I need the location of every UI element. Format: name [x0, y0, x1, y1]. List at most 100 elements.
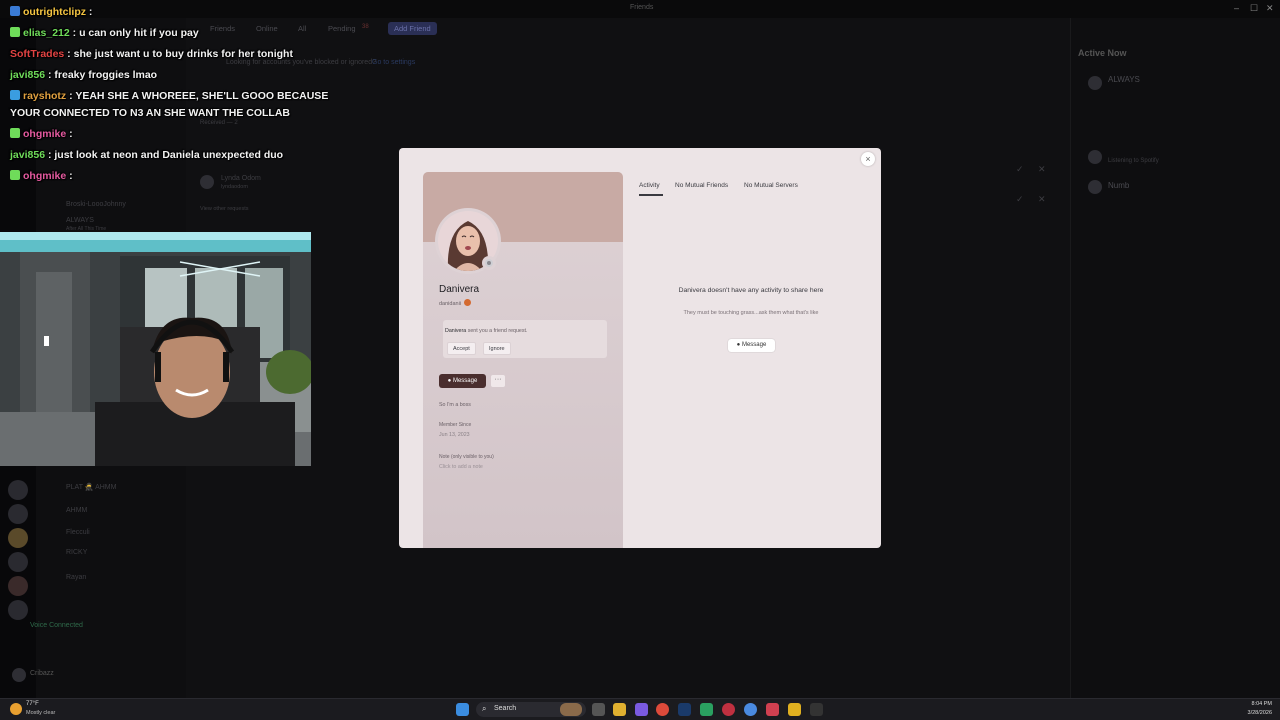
tab-activity[interactable]: Activity	[639, 182, 660, 189]
accept-icon[interactable]: ✓	[1016, 194, 1024, 205]
webcam-image	[0, 232, 311, 466]
close-window-icon[interactable]: ✕	[1266, 3, 1274, 14]
minimize-icon[interactable]: –	[1234, 3, 1239, 13]
accept-button[interactable]: Accept	[447, 342, 476, 355]
server-icon[interactable]	[8, 576, 28, 596]
current-user[interactable]: Cribazz	[30, 670, 54, 677]
app-grid-icon[interactable]	[810, 703, 823, 716]
tab-friends[interactable]: Friends	[210, 24, 235, 33]
avatar	[1088, 150, 1102, 164]
note-input[interactable]: Click to add a note	[439, 464, 483, 470]
search-icon: ⌕	[482, 704, 487, 713]
ignore-button[interactable]: Ignore	[483, 342, 511, 355]
dm-entry[interactable]: PLAT 🥷 AHMM	[66, 483, 116, 491]
start-icon[interactable]	[456, 703, 469, 716]
app-icon[interactable]	[700, 703, 713, 716]
profile-modal: Danivera danidanii Danivera sent you a f…	[399, 148, 881, 548]
add-friend-button[interactable]: Add Friend	[388, 22, 437, 35]
accept-icon[interactable]: ✓	[1016, 164, 1024, 175]
server-icon[interactable]	[8, 528, 28, 548]
active-entry-sub: Listening to Spotify	[1108, 158, 1159, 164]
chat-message: outrightclipz :	[10, 6, 92, 18]
view-other-requests[interactable]: View other requests	[200, 206, 249, 212]
ignore-icon[interactable]: ✕	[1038, 164, 1046, 175]
blocked-notice: Looking for accounts you've blocked or i…	[226, 59, 376, 66]
chat-text: she just want u to buy drinks for her to…	[73, 48, 293, 60]
avatar[interactable]	[12, 668, 26, 682]
settings-link[interactable]: Go to settings	[372, 59, 415, 66]
server-icon[interactable]	[8, 600, 28, 620]
task-view-icon[interactable]	[592, 703, 605, 716]
message-icon: ●	[736, 342, 741, 348]
chat-username: javi856	[10, 149, 46, 161]
app-icon[interactable]	[766, 703, 779, 716]
profile-username: danidanii	[439, 299, 472, 307]
empty-activity-subtitle: They must be touching grass...ask them w…	[683, 310, 819, 316]
ignore-icon[interactable]: ✕	[1038, 194, 1046, 205]
friend-request-text: Danivera sent you a friend request.	[445, 328, 528, 334]
pending-row-name[interactable]: Lynda Odom	[221, 175, 261, 182]
avatar	[1088, 76, 1102, 90]
chrome-icon[interactable]	[656, 703, 669, 716]
chat-message: javi856 : just look at neon and Daniela …	[10, 149, 284, 161]
chat-username: SoftTrades	[10, 48, 65, 60]
profile-card: Danivera danidanii Danivera sent you a f…	[423, 172, 623, 548]
window-titlebar: Friends – ☐ ✕	[0, 0, 1280, 18]
chat-username: ohgmike	[23, 128, 67, 140]
app-icon[interactable]	[635, 703, 648, 716]
server-icon[interactable]	[8, 480, 28, 500]
avatar	[1088, 180, 1102, 194]
chat-message: elias_212 : u can only hit if you pay	[10, 27, 199, 39]
member-since-date: Jun 13, 2023	[439, 432, 470, 438]
dm-entry[interactable]: AHMM	[66, 507, 87, 514]
chat-text: freaky froggies lmao	[54, 69, 158, 81]
chat-text: YEAH SHE A WHOREEE, SHE'LL GOOO BECAUSE	[75, 90, 329, 102]
search-label: Search	[494, 705, 517, 712]
steam-icon[interactable]	[678, 703, 691, 716]
search-box[interactable]: ⌕ Search	[476, 702, 586, 717]
server-icon[interactable]	[8, 504, 28, 524]
chat-username: javi856	[10, 69, 46, 81]
tab-mutual-friends[interactable]: No Mutual Friends	[675, 182, 728, 189]
app-icon[interactable]	[744, 703, 757, 716]
pending-row-sub: lyndaodom	[221, 184, 248, 190]
tab-all[interactable]: All	[298, 24, 306, 33]
voice-status: Voice Connected	[30, 622, 83, 629]
close-icon[interactable]: ×	[861, 152, 875, 166]
status-indicator	[482, 256, 496, 270]
received-label: Received — 2	[200, 120, 238, 126]
weather-icon[interactable]	[10, 703, 22, 715]
chat-message: ohgmike :	[10, 170, 73, 182]
tab-online[interactable]: Online	[256, 24, 278, 33]
chat-badge-icon	[10, 170, 20, 180]
file-explorer-icon[interactable]	[613, 703, 626, 716]
app-icon[interactable]	[722, 703, 735, 716]
server-icon[interactable]	[8, 552, 28, 572]
chat-message: rayshotz : YEAH SHE A WHOREEE, SHE'LL GO…	[10, 90, 328, 102]
dm-entry[interactable]: Broski-LoooJohnny	[66, 201, 126, 208]
tab-pending[interactable]: Pending	[328, 24, 356, 33]
dm-entry[interactable]: RICKY	[66, 549, 87, 556]
chat-username: elias_212	[23, 27, 70, 39]
avatar	[200, 175, 214, 189]
active-now-panel	[1070, 18, 1280, 698]
empty-activity-title: Danivera doesn't have any activity to sh…	[678, 287, 824, 294]
active-entry-name[interactable]: Numb	[1108, 181, 1129, 190]
chat-message: YOUR CONNECTED TO N3 AN SHE WANT THE COL…	[10, 107, 290, 119]
tab-mutual-servers[interactable]: No Mutual Servers	[744, 182, 798, 189]
warning-icon[interactable]	[788, 703, 801, 716]
dm-entry[interactable]: ALWAYS	[66, 217, 94, 224]
weather-temp[interactable]: 77°F	[26, 701, 39, 707]
maximize-icon[interactable]: ☐	[1250, 3, 1258, 14]
dm-entry[interactable]: Flecculi	[66, 529, 90, 536]
note-label: Note (only visible to you)	[439, 454, 494, 460]
activity-message-button[interactable]: ● Message	[728, 339, 775, 352]
clock-date[interactable]: 3/28/2026	[1238, 710, 1272, 716]
more-options-button[interactable]: ···	[491, 375, 505, 387]
message-button[interactable]: ● Message	[439, 374, 486, 388]
weather-condition[interactable]: Mostly clear	[26, 710, 55, 716]
pending-count-badge: 38	[362, 24, 369, 30]
dm-entry[interactable]: Rayan	[66, 574, 86, 581]
clock-time[interactable]: 8:04 PM	[1238, 701, 1272, 707]
active-entry-name[interactable]: ALWAYS	[1108, 75, 1140, 84]
